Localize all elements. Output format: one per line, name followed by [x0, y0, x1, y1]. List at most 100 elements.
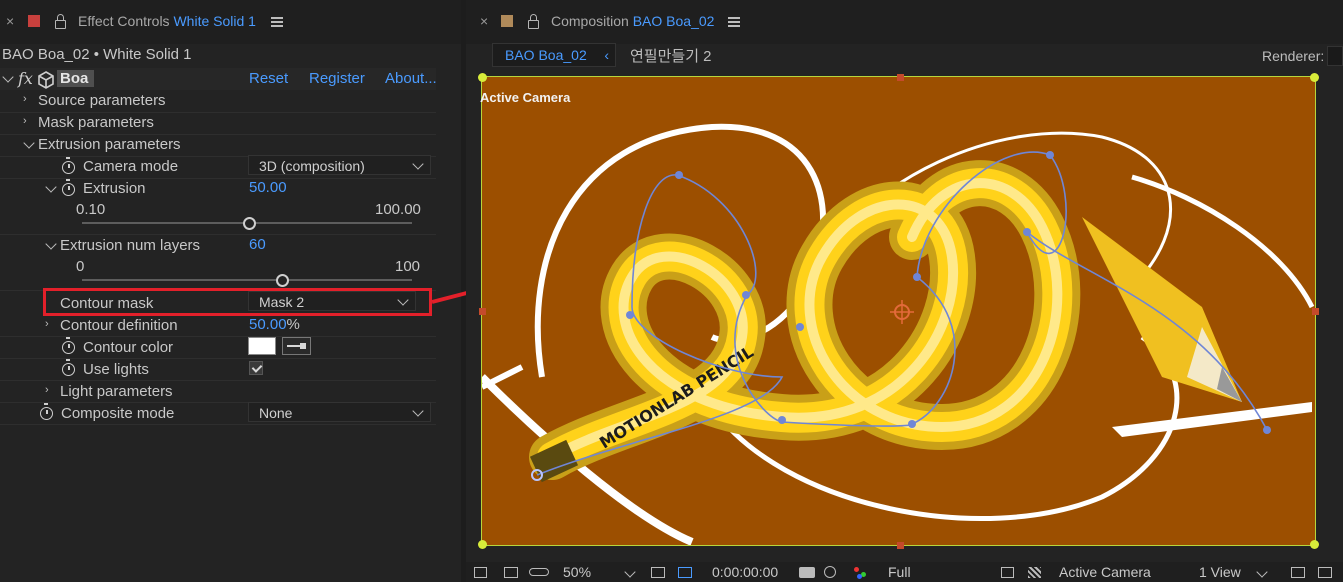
- layer-handle[interactable]: [897, 542, 904, 549]
- extrusion-layers-label: Extrusion num layers: [60, 237, 201, 254]
- use-lights-label: Use lights: [83, 361, 149, 378]
- transparency-grid-icon[interactable]: [1028, 567, 1041, 578]
- 3d-draft-icon[interactable]: [1318, 567, 1332, 578]
- layer-corner-handle[interactable]: [478, 540, 487, 549]
- layer-corner-handle[interactable]: [1310, 73, 1319, 82]
- label-color-swatch: [28, 15, 40, 27]
- register-link[interactable]: Register: [309, 70, 365, 87]
- snapshot-camera-icon[interactable]: [799, 567, 815, 578]
- always-preview-icon[interactable]: [474, 567, 487, 578]
- extrusion-label: Extrusion: [83, 180, 146, 197]
- layers-slider-track[interactable]: [82, 279, 412, 281]
- collapsed-chevron-icon[interactable]: ›: [45, 318, 49, 330]
- camera-mode-label: Camera mode: [83, 158, 179, 175]
- grid-options-icon[interactable]: [651, 567, 665, 578]
- extrusion-layers-value[interactable]: 60: [249, 236, 266, 253]
- vr-goggles-icon[interactable]: [529, 568, 549, 576]
- close-tab-icon[interactable]: ×: [480, 13, 488, 29]
- composition-tabbar: × Composition BAO Boa_02: [466, 0, 1343, 44]
- mask-parameters-group[interactable]: Mask parameters: [38, 114, 154, 131]
- stopwatch-icon[interactable]: [40, 403, 53, 420]
- effect-controls-panel: × Effect Controls White Solid 1 BAO Boa_…: [0, 0, 461, 582]
- panel-menu-icon[interactable]: [271, 15, 283, 29]
- row-divider: [0, 380, 436, 381]
- stopwatch-icon[interactable]: [62, 179, 75, 196]
- expanded-chevron-icon[interactable]: [23, 137, 35, 149]
- mask-visibility-icon[interactable]: [678, 567, 692, 578]
- reset-link[interactable]: Reset: [249, 70, 288, 87]
- pencil-artwork: MOTIONLAB PENCIL: [482, 123, 1315, 545]
- chevron-down-icon[interactable]: [624, 566, 636, 578]
- view-layout-dropdown[interactable]: 1 View: [1199, 564, 1241, 580]
- layers-slider-max: 100: [395, 258, 421, 275]
- collapsed-chevron-icon[interactable]: ›: [23, 93, 27, 105]
- reset-exposure-icon[interactable]: [1291, 567, 1305, 578]
- light-parameters-group[interactable]: Light parameters: [60, 383, 173, 400]
- timecode-display[interactable]: 0:00:00:00: [712, 564, 778, 580]
- stopwatch-icon[interactable]: [62, 337, 75, 354]
- highlight-box: [43, 288, 432, 316]
- effect-controls-tab-title[interactable]: Effect Controls White Solid 1: [78, 13, 256, 29]
- extrusion-slider-knob[interactable]: [243, 217, 256, 230]
- composite-mode-dropdown[interactable]: None: [248, 402, 431, 422]
- collapsed-chevron-icon[interactable]: ›: [23, 115, 27, 127]
- anchor-point-icon[interactable]: [890, 300, 914, 324]
- collapsed-chevron-icon[interactable]: ›: [45, 384, 49, 396]
- effect-name-label[interactable]: Boa: [57, 70, 95, 87]
- effect-header-row: fx Boa Reset Register About...: [0, 68, 437, 90]
- use-lights-checkbox[interactable]: [249, 361, 263, 375]
- composition-tab-title[interactable]: Composition BAO Boa_02: [551, 13, 714, 29]
- row-divider: [0, 112, 436, 113]
- layers-slider-min: 0: [76, 258, 85, 275]
- layer-corner-handle[interactable]: [478, 73, 487, 82]
- label-color-swatch: [501, 15, 513, 27]
- composite-mode-label: Composite mode: [61, 405, 175, 422]
- contour-color-label: Contour color: [83, 339, 174, 356]
- source-parameters-group[interactable]: Source parameters: [38, 92, 166, 109]
- channel-icon[interactable]: [854, 567, 859, 572]
- stopwatch-icon[interactable]: [62, 359, 75, 376]
- row-divider: [0, 134, 436, 135]
- layer-handle[interactable]: [897, 74, 904, 81]
- resolution-dropdown[interactable]: Full: [888, 564, 911, 580]
- composition-viewport[interactable]: Active Camera MOTIONLAB PENCIL: [478, 73, 1319, 549]
- 3d-cube-icon: [38, 71, 54, 89]
- close-tab-icon[interactable]: ×: [6, 13, 14, 29]
- camera-view-dropdown[interactable]: Active Camera: [1059, 564, 1151, 580]
- expanded-chevron-icon[interactable]: [45, 181, 57, 193]
- comp-breadcrumb-active[interactable]: BAO Boa_02 ‹: [492, 43, 616, 67]
- channel-icon[interactable]: [857, 574, 862, 579]
- about-link[interactable]: About...: [385, 70, 437, 87]
- layer-handle[interactable]: [479, 308, 486, 315]
- renderer-dropdown[interactable]: [1327, 46, 1343, 66]
- extrusion-value[interactable]: 50.00: [249, 179, 287, 196]
- layer-corner-handle[interactable]: [1310, 540, 1319, 549]
- extrusion-slider-min: 0.10: [76, 201, 106, 218]
- comp-breadcrumb-other[interactable]: 연필만들기 2: [630, 45, 712, 66]
- extrusion-parameters-group[interactable]: Extrusion parameters: [38, 136, 181, 153]
- chevron-down-icon: [412, 405, 424, 417]
- expanded-chevron-icon[interactable]: [45, 238, 57, 250]
- layer-breadcrumb: BAO Boa_02 • White Solid 1: [2, 46, 192, 63]
- contour-definition-label: Contour definition: [60, 317, 178, 334]
- layers-slider-knob[interactable]: [276, 274, 289, 287]
- lock-icon[interactable]: [528, 14, 539, 29]
- contour-color-swatch[interactable]: [248, 337, 276, 355]
- chevron-down-icon[interactable]: [1256, 566, 1268, 578]
- eyedropper-icon[interactable]: [282, 337, 311, 355]
- chevron-down-icon: [412, 158, 424, 170]
- contour-definition-value[interactable]: 50.00%: [249, 316, 300, 333]
- zoom-dropdown[interactable]: 50%: [563, 564, 591, 580]
- show-snapshot-icon[interactable]: [824, 566, 836, 578]
- camera-mode-dropdown[interactable]: 3D (composition): [248, 155, 431, 175]
- stopwatch-icon[interactable]: [62, 157, 75, 174]
- lock-icon[interactable]: [55, 14, 66, 29]
- extrusion-slider-max: 100.00: [375, 201, 421, 218]
- layer-handle[interactable]: [1312, 308, 1319, 315]
- expand-chevron-icon[interactable]: [2, 71, 14, 83]
- monitor-icon[interactable]: [504, 567, 518, 578]
- chevron-left-icon: ‹: [604, 47, 609, 63]
- panel-menu-icon[interactable]: [728, 15, 740, 29]
- region-of-interest-icon[interactable]: [1001, 567, 1014, 578]
- fx-icon[interactable]: fx: [18, 69, 33, 88]
